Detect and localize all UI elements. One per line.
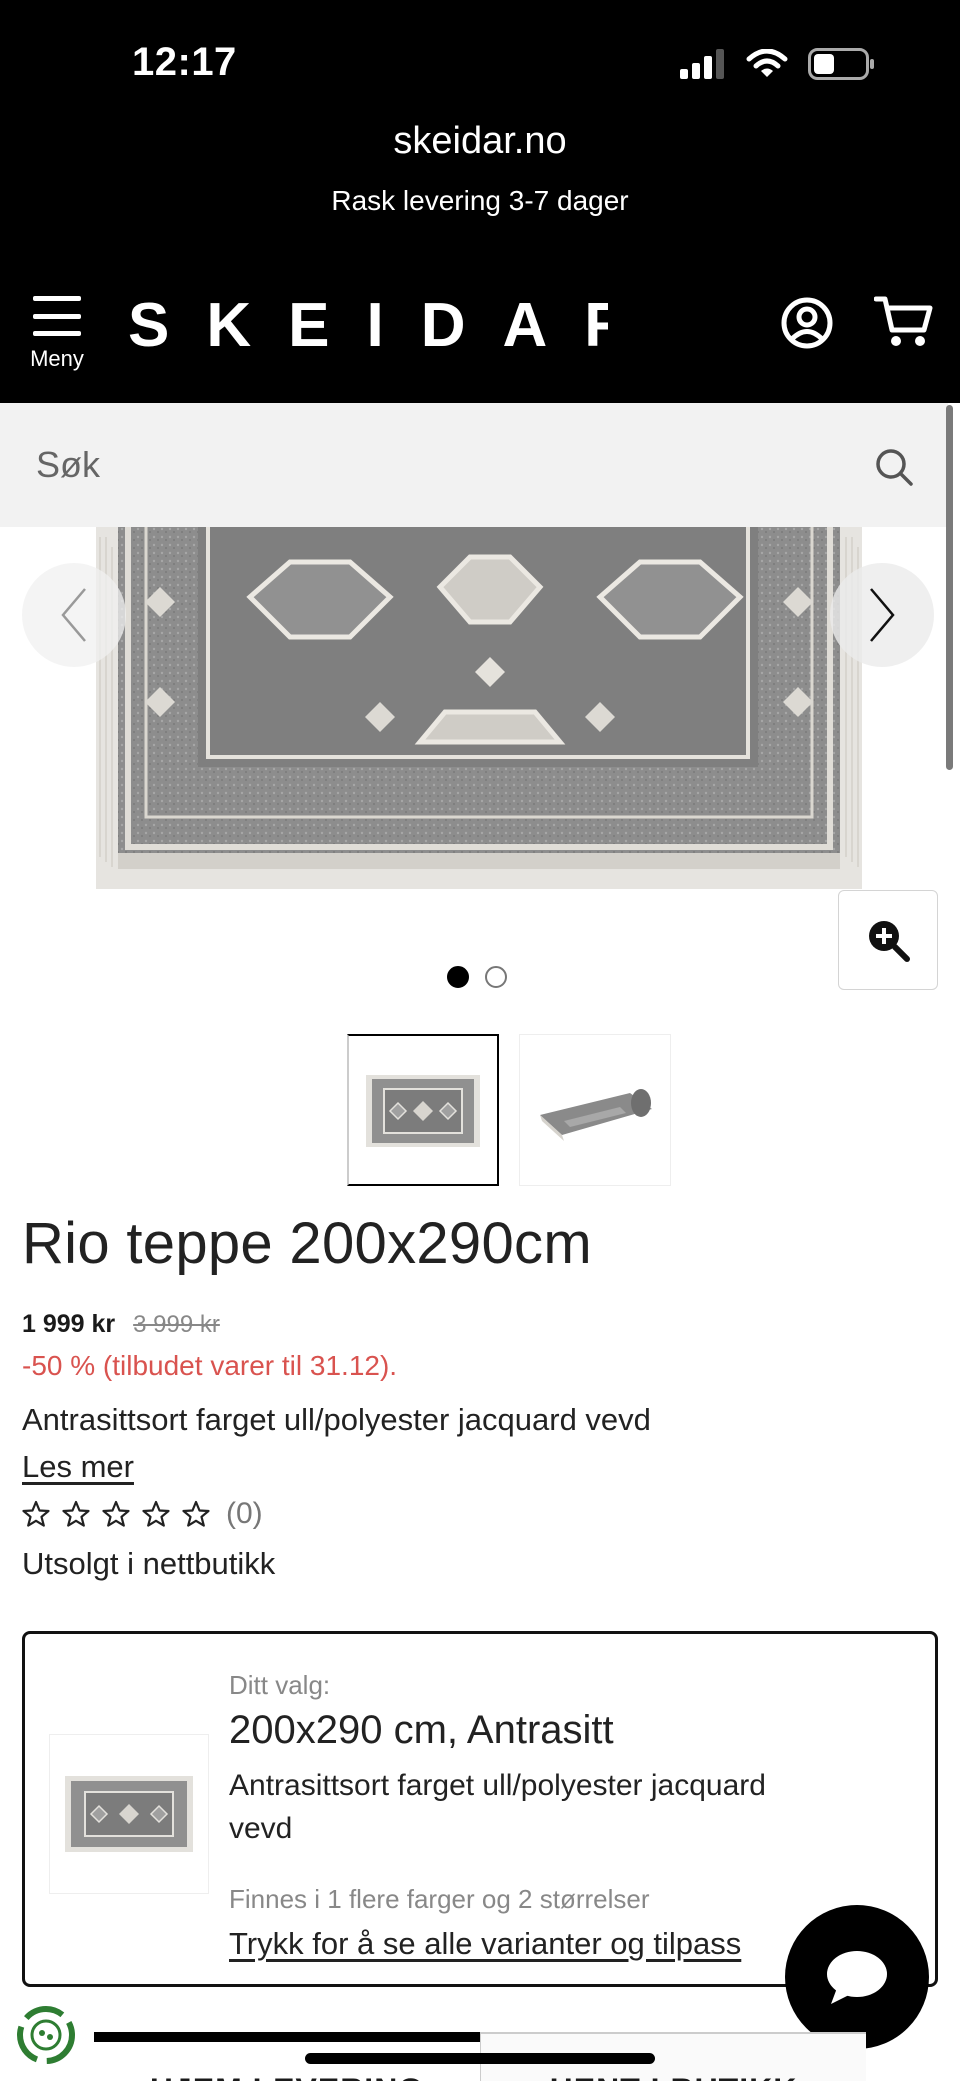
status-time: 12:17 [132, 40, 237, 84]
star-icon [62, 1500, 90, 1527]
account-icon[interactable] [780, 296, 834, 350]
thumbnail-rug-flat [366, 1075, 480, 1147]
product-title: Rio teppe 200x290cm [22, 1211, 592, 1276]
browser-url[interactable]: skeidar.no [0, 120, 960, 163]
chevron-right-icon [870, 588, 895, 642]
top-header: 12:17 skeidar.no Rask levering 3-7 dager… [0, 0, 960, 403]
gallery-dot-1[interactable] [447, 966, 469, 988]
signal-icon [680, 49, 724, 79]
search-bar [0, 403, 948, 527]
chat-button[interactable] [785, 1905, 929, 2049]
gallery-dot-2[interactable] [485, 966, 507, 988]
stock-status: Utsolgt i nettbutikk [22, 1546, 276, 1581]
chat-bubble-icon [827, 1951, 887, 2004]
thumbnail-2[interactable] [519, 1034, 671, 1186]
eco-icon[interactable] [14, 2003, 78, 2067]
wifi-icon [746, 49, 788, 77]
variant-rug-image [65, 1776, 193, 1852]
search-icon[interactable] [874, 447, 914, 487]
read-more-link[interactable]: Les mer [22, 1449, 134, 1485]
menu-label: Meny [30, 346, 84, 371]
product-description: Antrasittsort farget ull/polyester jacqu… [22, 1402, 651, 1437]
cart-icon[interactable] [874, 294, 934, 350]
thumbnail-rug-rolled [540, 1089, 652, 1141]
rating-count: (0) [226, 1497, 263, 1530]
product-gallery[interactable] [0, 527, 948, 907]
variant-title: 200x290 cm, Antrasitt [229, 1708, 614, 1752]
logo-text: SKEIDAR [128, 291, 608, 356]
delivery-tagline: Rask levering 3-7 dager [331, 185, 629, 216]
variant-more-info: Finnes i 1 flere farger og 2 størrelser [229, 1884, 650, 1914]
menu-button[interactable]: Meny [24, 296, 90, 372]
chevron-left-icon [61, 588, 86, 642]
gallery-next-button[interactable] [830, 563, 934, 667]
thumbnail-strip [347, 1034, 671, 1186]
current-price: 1 999 kr [22, 1310, 116, 1338]
gallery-dots [447, 966, 507, 988]
skeidar-logo[interactable]: SKEIDAR [128, 286, 608, 356]
price-row: 1 999 kr 3 999 kr [22, 1310, 220, 1339]
zoom-button[interactable] [838, 890, 938, 990]
product-image [96, 527, 862, 889]
product-rating[interactable]: (0) [22, 1497, 263, 1531]
hamburger-icon [33, 296, 81, 336]
thumbnail-1[interactable] [347, 1034, 499, 1186]
old-price: 3 999 kr [133, 1311, 220, 1338]
variant-link[interactable]: Trykk for å se alle varianter og tilpass [229, 1926, 789, 1962]
star-icon [22, 1500, 50, 1527]
zoom-in-icon [869, 921, 910, 962]
variant-description: Antrasittsort farget ull/polyester jacqu… [229, 1769, 766, 1845]
variant-label: Ditt valg: [229, 1670, 331, 1700]
gallery-prev-button[interactable] [22, 563, 126, 667]
star-icon [142, 1500, 170, 1527]
star-icon [182, 1500, 210, 1527]
battery-icon [808, 48, 874, 80]
offer-text: -50 % (tilbudet varer til 31.12). [22, 1350, 398, 1381]
star-icon [102, 1500, 130, 1527]
variant-image [49, 1734, 209, 1894]
home-indicator [305, 2053, 655, 2064]
status-icons [680, 48, 876, 80]
search-input[interactable] [0, 403, 860, 527]
